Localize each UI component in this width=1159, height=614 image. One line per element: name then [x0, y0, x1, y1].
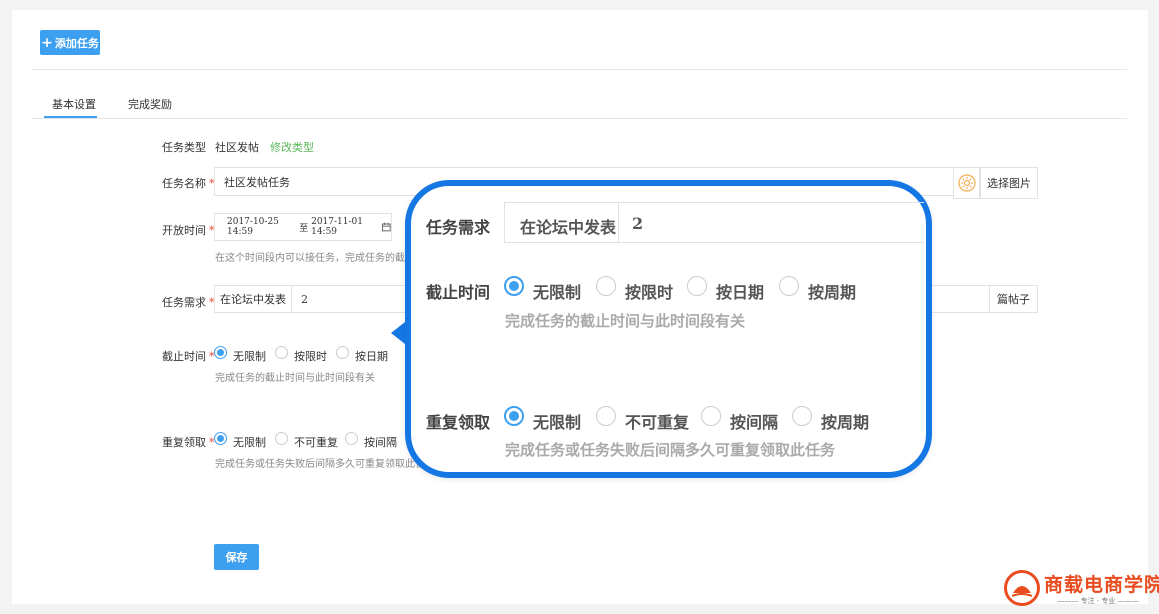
sail-icon	[1011, 586, 1033, 597]
callout-deadline-option-by-date: 按日期	[716, 283, 765, 302]
callout-deadline-radio-by-date[interactable]	[687, 276, 707, 296]
toolbar-divider	[32, 69, 1127, 70]
callout-repeat-radio-interval[interactable]	[701, 406, 721, 426]
callout-requirement-action[interactable]: 在论坛中发表	[520, 214, 616, 238]
save-button[interactable]: 保存	[214, 544, 259, 570]
open-time-range-input[interactable]: 2017-10-25 14:59 至 2017-11-01 14:59	[214, 213, 392, 241]
repeat-label: 重复领取 *	[162, 436, 215, 449]
repeat-radio-unlimited[interactable]	[214, 432, 227, 445]
callout-deadline-radio-by-period[interactable]	[779, 276, 799, 296]
deadline-option-time-limit: 按限时	[294, 350, 327, 363]
requirement-count-input[interactable]: 2	[291, 285, 411, 313]
task-type-label: 任务类型	[162, 141, 206, 154]
callout-repeat-option-no-repeat: 不可重复	[625, 413, 690, 432]
brand-tagline: ——— 专注 · 专业 ———	[1057, 597, 1139, 605]
callout-requirement-label: 任务需求	[426, 218, 491, 237]
callout-requirement-count[interactable]: 2	[632, 214, 643, 233]
requirement-input-tail	[930, 285, 990, 313]
task-type-value: 社区发帖	[215, 141, 259, 154]
deadline-option-by-date: 按日期	[355, 350, 388, 363]
callout-deadline-radio-unlimited[interactable]	[504, 276, 524, 296]
callout-requirement-divider	[618, 202, 619, 243]
repeat-option-no-repeat: 不可重复	[294, 436, 338, 449]
deadline-radio-unlimited[interactable]	[214, 346, 227, 359]
image-picker-icon-box[interactable]	[953, 167, 980, 199]
callout-repeat-radio-by-period[interactable]	[792, 406, 812, 426]
task-name-label: 任务名称 *	[162, 177, 215, 190]
repeat-radio-interval[interactable]	[345, 432, 358, 445]
callout-deadline-radio-time-limit[interactable]	[596, 276, 616, 296]
deadline-radio-time-limit[interactable]	[275, 346, 288, 359]
deadline-option-unlimited: 无限制	[233, 350, 266, 363]
repeat-hint: 完成任务或任务失败后间隔多久可重复领取此任务	[215, 459, 435, 470]
brand-name: 商载电商学院	[1044, 574, 1159, 596]
calendar-icon	[382, 222, 392, 232]
callout-deadline-label: 截止时间	[426, 283, 491, 302]
select-image-button[interactable]: 选择图片	[980, 167, 1038, 199]
repeat-option-interval: 按间隔	[364, 436, 397, 449]
add-task-button[interactable]: + 添加任务	[40, 30, 100, 55]
repeat-option-unlimited: 无限制	[233, 436, 266, 449]
callout-repeat-label: 重复领取	[426, 413, 491, 432]
add-task-label: 添加任务	[54, 36, 99, 50]
callout-deadline-option-time-limit: 按限时	[625, 283, 674, 302]
sun-image-icon	[957, 174, 976, 192]
deadline-label: 截止时间 *	[162, 350, 215, 363]
callout-deadline-hint: 完成任务的截止时间与此时间段有关	[505, 312, 746, 330]
requirement-action-select[interactable]: 在论坛中发表	[214, 285, 292, 313]
open-time-hint: 在这个时间段内可以接任务，完成任务的截止时	[215, 253, 425, 264]
deadline-radio-by-date[interactable]	[336, 346, 349, 359]
callout-repeat-radio-unlimited[interactable]	[504, 406, 524, 426]
tab-basic-settings[interactable]: 基本设置	[52, 96, 96, 112]
open-time-label: 开放时间 *	[162, 224, 215, 237]
callout-deadline-option-by-period: 按周期	[808, 283, 857, 302]
callout-repeat-radio-no-repeat[interactable]	[596, 406, 616, 426]
callout-deadline-option-unlimited: 无限制	[533, 283, 582, 302]
plus-icon: +	[41, 34, 53, 51]
deadline-hint: 完成任务的截止时间与此时间段有关	[215, 373, 375, 384]
callout-repeat-option-by-period: 按周期	[821, 413, 870, 432]
requirement-label: 任务需求 *	[162, 296, 215, 309]
callout-repeat-option-unlimited: 无限制	[533, 413, 582, 432]
tab-completion-reward[interactable]: 完成奖励	[128, 96, 172, 112]
change-type-link[interactable]: 修改类型	[270, 139, 314, 155]
repeat-radio-no-repeat[interactable]	[275, 432, 288, 445]
callout-repeat-hint: 完成任务或任务失败后间隔多久可重复领取此任务	[505, 441, 836, 459]
callout-pointer	[391, 322, 405, 344]
requirement-unit: 篇帖子	[989, 285, 1038, 313]
callout-repeat-option-interval: 按间隔	[730, 413, 779, 432]
brand-logo-icon	[1004, 570, 1040, 606]
tabs-divider	[32, 118, 1127, 119]
